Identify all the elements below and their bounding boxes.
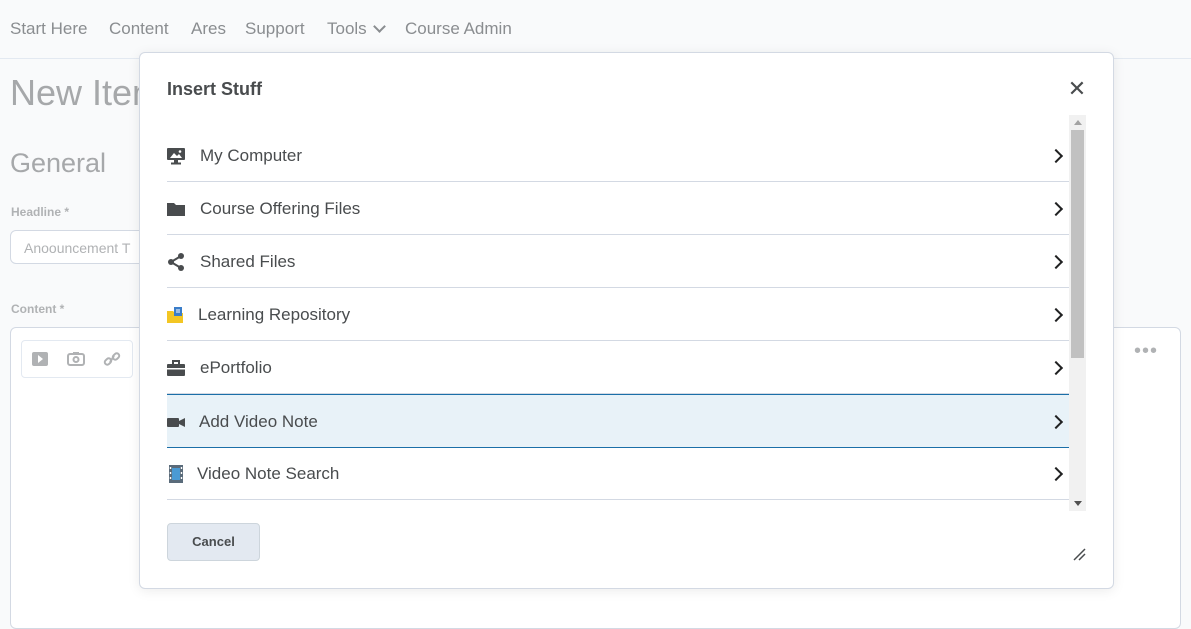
film-icon [167,465,185,483]
scroll-up-arrow-icon[interactable] [1074,120,1082,125]
list-item-label: Add Video Note [199,412,318,431]
headline-label: Headline * [11,205,70,219]
insert-link-icon[interactable] [103,351,121,367]
list-item-course-offering-files[interactable]: Course Offering Files [167,183,1069,235]
repository-icon [167,306,185,324]
nav-course-admin[interactable]: Course Admin [405,19,512,39]
list-item-my-computer[interactable]: My Computer [167,130,1069,182]
chevron-right-icon [1048,414,1064,430]
nav-ares[interactable]: Ares [191,19,226,39]
chevron-right-icon [1048,254,1064,270]
video-camera-icon [167,413,185,431]
insert-video-icon[interactable] [31,351,49,367]
list-item-label: Learning Repository [198,305,351,324]
chevron-right-icon [1048,201,1064,217]
list-item-add-video-note[interactable]: Add Video Note [167,394,1069,448]
content-label: Content * [11,302,65,316]
computer-icon [167,147,185,165]
nav-support[interactable]: Support [245,19,305,39]
list-item-label: Video Note Search [197,464,340,483]
dialog-title: Insert Stuff [167,79,263,99]
share-icon [167,253,185,271]
list-item-video-note-search[interactable]: Video Note Search [167,448,1069,500]
insert-source-list: My Computer Course Offering Files Shared… [167,130,1069,502]
scroll-thumb[interactable] [1071,130,1084,358]
close-icon[interactable]: ✕ [1067,78,1087,100]
list-scrollbar[interactable] [1069,115,1086,511]
chevron-right-icon [1048,360,1064,376]
chevron-right-icon [1048,466,1064,482]
list-item-label: Shared Files [200,252,296,271]
scroll-down-arrow-icon[interactable] [1074,501,1082,506]
insert-image-icon[interactable] [67,351,85,367]
chevron-right-icon [1048,148,1064,164]
folder-icon [167,200,185,218]
top-navigation: Start Here Content Ares Support Tools Co… [0,0,1191,59]
chevron-down-icon [372,20,386,33]
list-item-shared-files[interactable]: Shared Files [167,236,1069,288]
nav-tools[interactable]: Tools [327,19,386,39]
insert-stuff-dialog: Insert Stuff ✕ My Computer Course Offeri… [139,52,1114,589]
list-item-learning-repository[interactable]: Learning Repository [167,289,1069,341]
nav-tools-label: Tools [327,19,367,38]
resize-handle-icon[interactable] [1072,547,1086,561]
more-options-icon[interactable]: ••• [1134,341,1158,361]
briefcase-icon [167,359,185,377]
list-item-eportfolio[interactable]: ePortfolio [167,342,1069,394]
list-item-label: ePortfolio [200,358,272,377]
list-item-label: Course Offering Files [200,199,361,218]
cancel-button[interactable]: Cancel [167,523,260,561]
nav-start-here[interactable]: Start Here [10,19,87,39]
section-title: General [10,148,107,178]
nav-content[interactable]: Content [109,19,169,39]
list-item-label: My Computer [200,146,303,165]
chevron-right-icon [1048,307,1064,323]
editor-toolbar [21,340,133,378]
